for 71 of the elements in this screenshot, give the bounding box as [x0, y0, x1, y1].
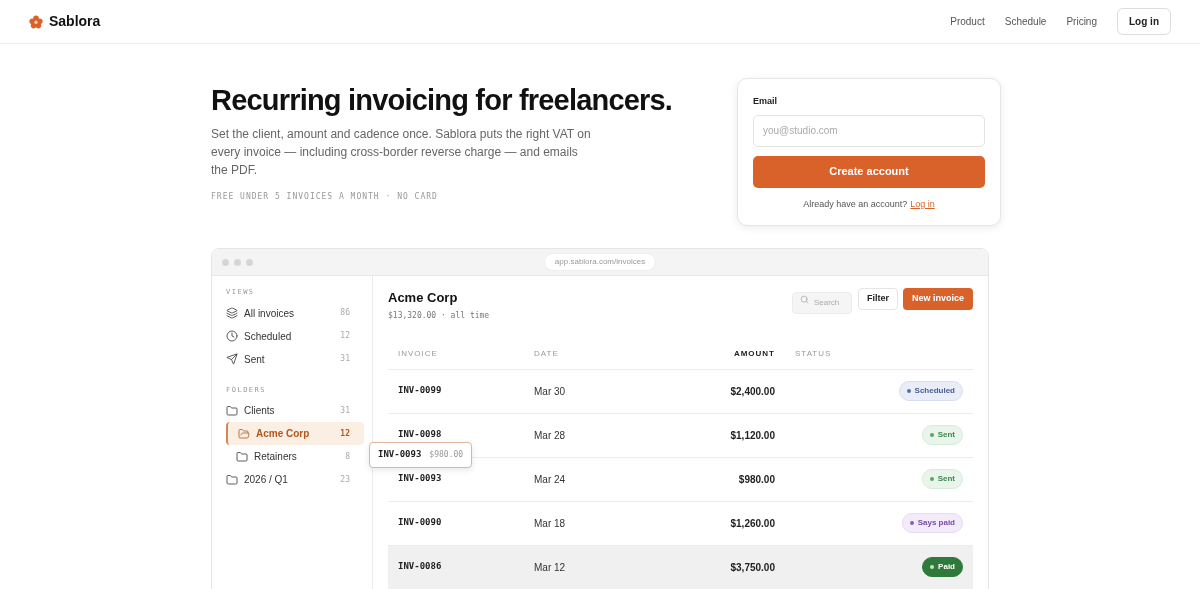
invoice-amount: $980.00 [737, 472, 775, 487]
invoice-number: INV-0086 [397, 560, 443, 574]
client-total: $13,320.00 · all time [388, 309, 491, 322]
status-badge: Sent [921, 425, 963, 445]
flower-logo-icon [29, 14, 43, 29]
filter-button[interactable]: Filter [857, 288, 898, 310]
status-badge: Scheduled [898, 381, 963, 401]
invoice-amount: $2,400.00 [729, 384, 775, 399]
item-count: 8 [345, 450, 350, 463]
invoice-number: INV-0099 [397, 384, 443, 398]
item-label: Sent [244, 352, 266, 367]
invoice-amount: $1,120.00 [729, 428, 775, 443]
column-header[interactable]: AMOUNT [680, 348, 775, 360]
nav-link[interactable]: Pricing [1066, 14, 1097, 29]
nav-link[interactable]: Product [950, 14, 985, 29]
item-label: Scheduled [244, 329, 293, 344]
sidebar-item[interactable]: Scheduled 12 [212, 324, 364, 348]
invoice-date: Mar 18 [534, 516, 567, 531]
status-badge: Paid [922, 557, 963, 577]
status-badge: Sent [921, 469, 963, 489]
sidebar-item[interactable]: Retainers 8 [226, 445, 364, 468]
new-invoice-button[interactable]: New invoice [902, 288, 973, 310]
create-account-button[interactable]: Create account [753, 155, 985, 188]
invoice-amount: $1,260.00 [729, 516, 775, 531]
open-folder-icon [238, 427, 250, 440]
nav-link[interactable]: Schedule [1004, 14, 1047, 29]
item-count: 31 [340, 404, 350, 417]
sidebar-item[interactable]: 2026 / Q1 23 [212, 468, 364, 491]
send-icon [226, 353, 238, 365]
login-button[interactable]: Log in [1117, 8, 1171, 35]
item-count: 23 [340, 473, 350, 486]
invoice-amount: $3,750.00 [729, 560, 775, 575]
invoice-row[interactable]: INV-0086 Mar 12 $3,750.00 Paid [388, 545, 973, 589]
item-label: Retainers [254, 450, 298, 464]
sidebar-item[interactable]: Clients 31 [212, 399, 364, 422]
login-prompt: Already have an account? [803, 197, 908, 211]
brand-name: Sablora [49, 12, 101, 31]
item-count: 12 [340, 330, 350, 342]
item-count: 31 [340, 353, 350, 365]
clock-icon [226, 330, 238, 342]
invoice-date: Mar 30 [534, 384, 567, 399]
folder-icon [236, 450, 248, 463]
item-label: Acme Corp [256, 427, 311, 441]
folder-icon [226, 473, 238, 486]
status-badge: Says paid [901, 513, 963, 533]
item-label: Clients [244, 404, 276, 418]
invoice-number: INV-0093 [397, 472, 443, 486]
email-label: Email [753, 95, 778, 108]
item-count: 86 [340, 307, 350, 319]
invoice-number: INV-0098 [397, 428, 443, 442]
invoice-number: INV-0090 [397, 516, 443, 530]
invoice-date: Mar 12 [534, 560, 567, 575]
pricing-note: FREE UNDER 5 INVOICES A MONTH · NO CARD [211, 191, 439, 203]
hero-description: Set the client, amount and cadence once. Sablora puts the right VAT on every invoice — including cross-border reverse charge — and emails the PDF. [211, 126, 592, 179]
sidebar-item[interactable]: Sent 31 [212, 347, 364, 371]
hero-title: Recurring invoicing for freelancers. [211, 83, 674, 117]
item-label: 2026 / Q1 [244, 473, 289, 487]
search-field[interactable]: Search [791, 291, 852, 314]
item-label: All invoices [244, 306, 296, 321]
url-field: app.sablora.com/invoices [543, 253, 657, 271]
sidebar-item[interactable]: All invoices 86 [212, 301, 364, 325]
login-link[interactable]: Log in [910, 197, 935, 211]
client-title: Acme Corp [388, 289, 459, 307]
layers-icon [226, 307, 238, 319]
search-icon [799, 294, 809, 304]
sidebar-item[interactable]: Acme Corp 12 [226, 422, 364, 445]
invoice-date: Mar 28 [534, 428, 567, 443]
invoice-date: Mar 24 [534, 472, 567, 487]
email-field[interactable]: you@studio.com [753, 114, 985, 147]
item-count: 12 [340, 427, 350, 440]
folder-icon [226, 404, 238, 417]
